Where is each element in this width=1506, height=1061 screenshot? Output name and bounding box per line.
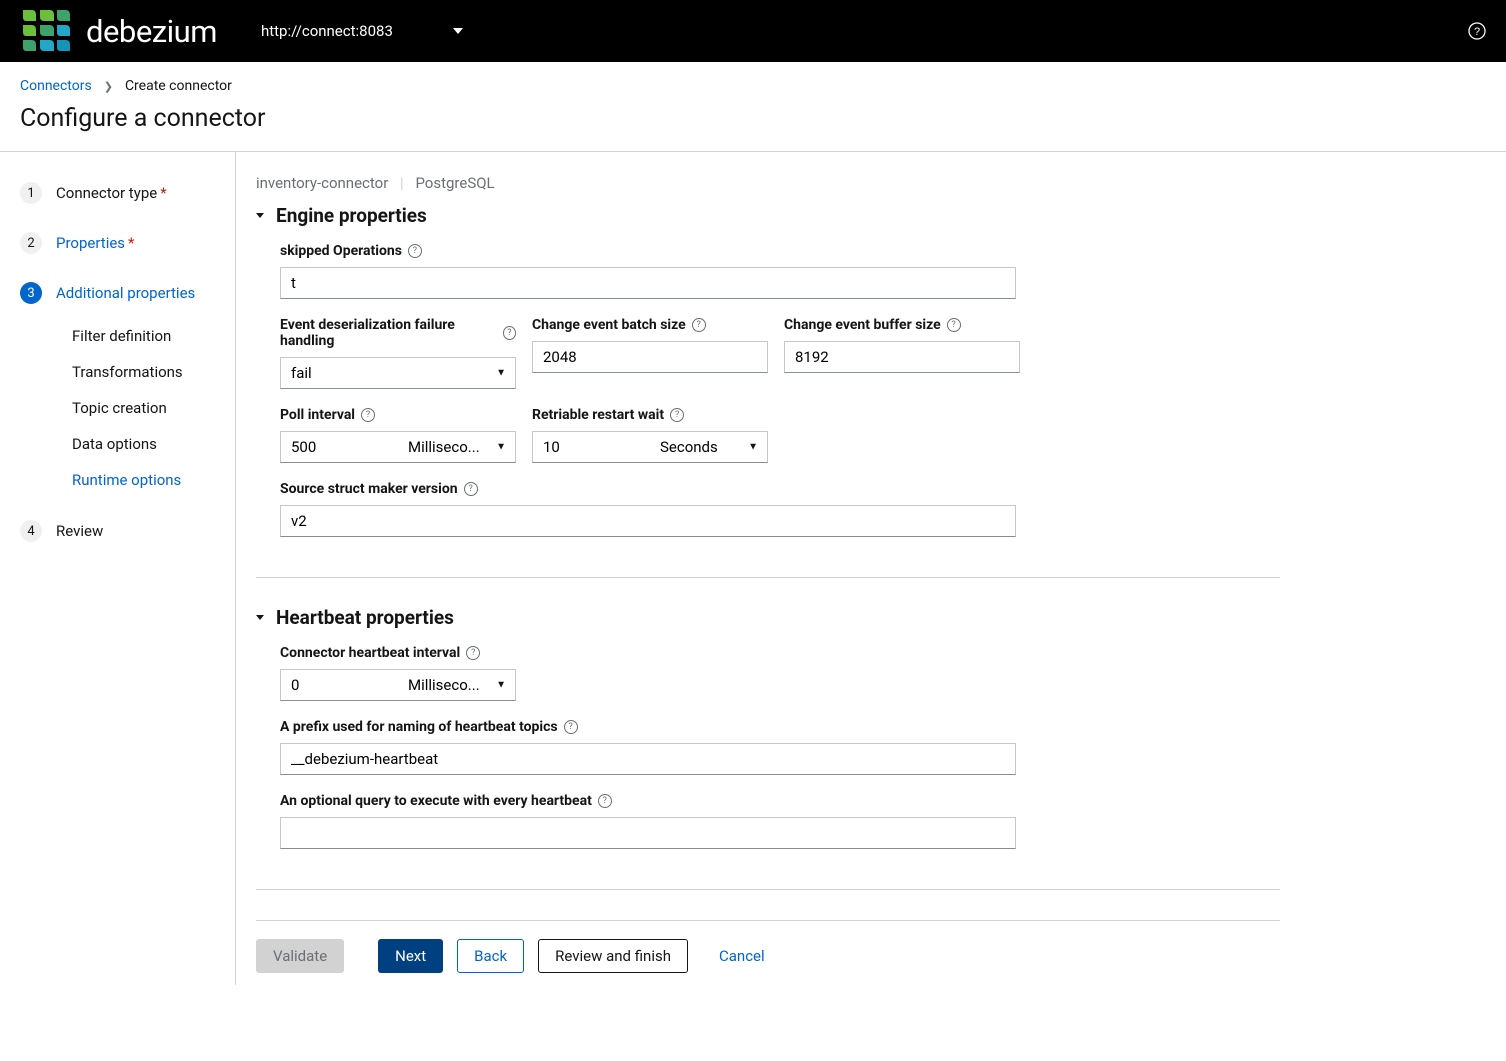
retriable-wait-input[interactable] bbox=[532, 431, 650, 463]
wizard-step-additional-properties[interactable]: 3 Additional properties bbox=[20, 274, 235, 324]
step-label: Review bbox=[56, 522, 103, 540]
field-buffer-size: Change event buffer size ? bbox=[784, 317, 1020, 389]
field-label: An optional query to execute with every … bbox=[280, 793, 592, 809]
help-icon[interactable]: ? bbox=[503, 326, 516, 340]
next-button[interactable]: Next bbox=[378, 939, 443, 973]
field-label: skipped Operations bbox=[280, 243, 402, 259]
wizard-step-properties[interactable]: 2 Properties* bbox=[20, 224, 235, 274]
step-badge: 3 bbox=[20, 282, 42, 304]
field-poll-interval: Poll interval ? Milliseco... ▼ bbox=[280, 407, 516, 463]
substep-runtime-options[interactable]: Runtime options bbox=[54, 462, 235, 498]
review-finish-button[interactable]: Review and finish bbox=[538, 939, 688, 973]
svg-text:?: ? bbox=[1474, 26, 1480, 38]
field-label: Retriable restart wait bbox=[532, 407, 664, 423]
wizard-step-connector-type[interactable]: 1 Connector type* bbox=[20, 174, 235, 224]
field-label: A prefix used for naming of heartbeat to… bbox=[280, 719, 558, 735]
struct-version-input[interactable] bbox=[280, 505, 1016, 537]
required-asterisk: * bbox=[160, 184, 166, 202]
help-icon[interactable]: ? bbox=[947, 318, 961, 332]
step-badge: 1 bbox=[20, 182, 42, 204]
cluster-url: http://connect:8083 bbox=[261, 22, 393, 40]
batch-size-input[interactable] bbox=[532, 341, 768, 373]
debezium-logo-icon bbox=[20, 7, 72, 55]
cluster-selector[interactable]: http://connect:8083 bbox=[249, 16, 475, 46]
skipped-operations-input[interactable] bbox=[280, 267, 1016, 299]
page-title: Configure a connector bbox=[0, 104, 1506, 152]
poll-interval-input[interactable] bbox=[280, 431, 398, 463]
top-header: debezium http://connect:8083 ? bbox=[0, 0, 1506, 62]
breadcrumb-link-connectors[interactable]: Connectors bbox=[20, 78, 92, 94]
section-engine-properties: Engine properties skipped Operations ? bbox=[256, 200, 1280, 578]
section-title: Heartbeat properties bbox=[276, 606, 454, 629]
field-label: Source struct maker version bbox=[280, 481, 458, 497]
field-label: Poll interval bbox=[280, 407, 355, 423]
field-heartbeat-query: An optional query to execute with every … bbox=[280, 793, 1016, 849]
brand: debezium bbox=[20, 7, 217, 55]
connector-name: inventory-connector bbox=[256, 174, 388, 192]
help-icon[interactable]: ? bbox=[408, 244, 422, 258]
buffer-size-input[interactable] bbox=[784, 341, 1020, 373]
help-icon[interactable]: ? bbox=[670, 408, 684, 422]
help-icon[interactable]: ? bbox=[1468, 22, 1486, 40]
section-title: Engine properties bbox=[276, 204, 427, 227]
field-deserialization-failure: Event deserialization failure handling ?… bbox=[280, 317, 516, 389]
help-icon[interactable]: ? bbox=[692, 318, 706, 332]
section-toggle-heartbeat[interactable]: Heartbeat properties bbox=[256, 602, 1280, 639]
breadcrumb-current: Create connector bbox=[125, 78, 232, 94]
chevron-down-icon bbox=[453, 28, 463, 34]
chevron-down-icon bbox=[256, 615, 264, 620]
field-label: Change event batch size bbox=[532, 317, 686, 333]
field-label: Change event buffer size bbox=[784, 317, 941, 333]
help-icon[interactable]: ? bbox=[361, 408, 375, 422]
help-icon[interactable]: ? bbox=[598, 794, 612, 808]
heartbeat-interval-unit-select[interactable]: Milliseco... bbox=[398, 669, 516, 701]
chevron-down-icon bbox=[256, 213, 264, 218]
substep-topic-creation[interactable]: Topic creation bbox=[54, 390, 235, 426]
step-label: Properties bbox=[56, 234, 125, 252]
step-badge: 4 bbox=[20, 520, 42, 542]
section-heartbeat-properties: Heartbeat properties Connector heartbeat… bbox=[256, 602, 1280, 890]
section-toggle-engine[interactable]: Engine properties bbox=[256, 200, 1280, 237]
help-icon[interactable]: ? bbox=[466, 646, 480, 660]
required-asterisk: * bbox=[128, 234, 134, 252]
heartbeat-prefix-input[interactable] bbox=[280, 743, 1016, 775]
field-struct-version: Source struct maker version ? bbox=[280, 481, 1016, 537]
connector-header: inventory-connector | PostgreSQL bbox=[256, 174, 1280, 192]
wizard-step-review[interactable]: 4 Review bbox=[20, 512, 235, 562]
back-button[interactable]: Back bbox=[457, 939, 524, 973]
heartbeat-query-input[interactable] bbox=[280, 817, 1016, 849]
validate-button[interactable]: Validate bbox=[256, 939, 344, 973]
substep-data-options[interactable]: Data options bbox=[54, 426, 235, 462]
field-label: Connector heartbeat interval bbox=[280, 645, 460, 661]
cancel-button[interactable]: Cancel bbox=[702, 939, 782, 973]
connector-type: PostgreSQL bbox=[415, 174, 494, 192]
field-heartbeat-interval: Connector heartbeat interval ? Milliseco… bbox=[280, 645, 516, 701]
main-content: inventory-connector | PostgreSQL Engine … bbox=[236, 152, 1296, 985]
poll-interval-unit-select[interactable]: Milliseco... bbox=[398, 431, 516, 463]
wizard-nav: 1 Connector type* 2 Properties* 3 Additi… bbox=[0, 152, 236, 985]
separator: | bbox=[400, 174, 404, 192]
step-label: Additional properties bbox=[56, 284, 195, 302]
substep-filter-definition[interactable]: Filter definition bbox=[54, 318, 235, 354]
field-retriable-wait: Retriable restart wait ? Seconds ▼ bbox=[532, 407, 768, 463]
brand-text: debezium bbox=[86, 13, 217, 50]
substep-transformations[interactable]: Transformations bbox=[54, 354, 235, 390]
field-heartbeat-prefix: A prefix used for naming of heartbeat to… bbox=[280, 719, 1016, 775]
field-skipped-operations: skipped Operations ? bbox=[280, 243, 1016, 299]
wizard-footer: Validate Next Back Review and finish Can… bbox=[256, 920, 1280, 985]
field-label: Event deserialization failure handling bbox=[280, 317, 497, 349]
breadcrumb: Connectors ❯ Create connector bbox=[0, 62, 1506, 104]
field-batch-size: Change event batch size ? bbox=[532, 317, 768, 389]
step-badge: 2 bbox=[20, 232, 42, 254]
help-icon[interactable]: ? bbox=[464, 482, 478, 496]
step-label: Connector type bbox=[56, 184, 157, 202]
deserialization-failure-select[interactable]: fail bbox=[280, 357, 516, 389]
heartbeat-interval-input[interactable] bbox=[280, 669, 398, 701]
retriable-wait-unit-select[interactable]: Seconds bbox=[650, 431, 768, 463]
chevron-right-icon: ❯ bbox=[104, 80, 113, 93]
help-icon[interactable]: ? bbox=[564, 720, 578, 734]
